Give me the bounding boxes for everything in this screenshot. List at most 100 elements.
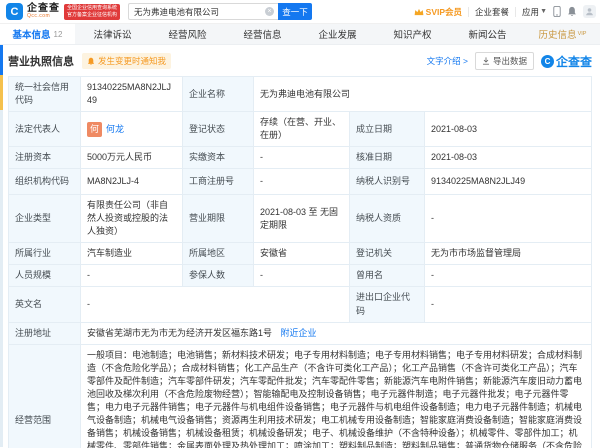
search-button[interactable]: 查一下 <box>278 3 312 20</box>
qcc-watermark: C 企查查 <box>541 53 592 70</box>
field-value-reg-capital: 5000万元人民币 <box>81 147 183 169</box>
field-label-taxpayer-id: 纳税人识别号 <box>350 169 425 195</box>
tab-company-development[interactable]: 企业发展 <box>300 24 375 44</box>
field-label-company-name: 企业名称 <box>183 77 254 112</box>
change-notify-button[interactable]: 发生变更时通知我 <box>82 53 171 69</box>
table-row: 组织机构代码 MA8N2JLJ-4 工商注册号 - 纳税人识别号 9134022… <box>9 169 592 195</box>
table-row: 所属行业 汽车制造业 所属地区 安徽省 登记机关 无为市市场监督管理局 <box>9 243 592 265</box>
field-label-approve-date: 核准日期 <box>350 147 425 169</box>
field-label-english-name: 英文名 <box>9 287 81 322</box>
field-value-biz-term: 2021-08-03 至 无固定期限 <box>254 195 350 243</box>
tab-operation-info[interactable]: 经营信息 <box>225 24 300 44</box>
field-value-business-scope: 一般项目：电池制造；电池销售；新材料技术研发；电子专用材料制造；电子专用材料销售… <box>81 344 592 448</box>
field-label-import-export-code: 进出口企业代码 <box>350 287 425 322</box>
legal-rep-avatar[interactable]: 何 <box>87 122 102 137</box>
field-label-company-type: 企业类型 <box>9 195 81 243</box>
business-license-table: 统一社会信用代码 91340225MA8N2JLJ49 企业名称 无为弗迪电池有… <box>8 76 592 448</box>
legal-rep-link[interactable]: 何龙 <box>106 123 124 136</box>
gov-badge-line2: 官方备案企业征信机构 <box>67 12 117 19</box>
field-label-former-name: 曾用名 <box>350 265 425 287</box>
tab-operation-risk[interactable]: 经营风险 <box>150 24 225 44</box>
section-header-actions: 文字介绍 > 导出数据 C 企查查 <box>427 52 592 70</box>
field-label-org-code: 组织机构代码 <box>9 169 81 195</box>
svip-label: SVIP会员 <box>426 6 462 18</box>
field-label-industry: 所属行业 <box>9 243 81 265</box>
tab-intellectual-property[interactable]: 知识产权 <box>375 24 450 44</box>
gov-certification-badge: 全国企业信用查询系统 官方备案企业征信机构 <box>64 4 120 20</box>
field-label-biz-reg-no: 工商注册号 <box>183 169 254 195</box>
download-icon <box>482 57 490 65</box>
mobile-app-icon[interactable] <box>553 6 561 17</box>
field-label-reg-address: 注册地址 <box>9 322 81 344</box>
user-avatar[interactable] <box>583 5 596 18</box>
scroll-indicator-strip <box>0 45 3 447</box>
brand-block[interactable]: 企查查 Qcc.com <box>27 3 60 20</box>
search-input[interactable] <box>128 3 278 20</box>
field-value-insured-count: - <box>254 265 350 287</box>
chevron-down-icon: ▼ <box>540 8 547 15</box>
field-value-org-code: MA8N2JLJ-4 <box>81 169 183 195</box>
qcc-watermark-icon: C <box>541 55 554 68</box>
scroll-indicator-active <box>0 45 3 75</box>
field-value-taxpayer-id: 91340225MA8N2JLJ49 <box>425 169 592 195</box>
tab-basic-info-count: 12 <box>54 30 63 39</box>
field-label-staff-size: 人员规模 <box>9 265 81 287</box>
qcc-watermark-text: 企查查 <box>556 53 592 70</box>
field-value-industry: 汽车制造业 <box>81 243 183 265</box>
field-value-legal-rep: 何 何龙 <box>81 112 183 147</box>
tab-history-info[interactable]: 历史信息 VIP <box>525 24 600 44</box>
field-value-company-type: 有限责任公司（非自然人投资或控股的法人独资） <box>81 195 183 243</box>
field-value-former-name: - <box>425 265 592 287</box>
field-label-establish-date: 成立日期 <box>350 112 425 147</box>
nearby-companies-link[interactable]: 附近企业 <box>281 328 317 338</box>
enterprise-package-link[interactable]: 企业套餐 <box>475 6 509 18</box>
tab-basic-info[interactable]: 基本信息 12 <box>0 24 75 44</box>
field-value-reg-address: 安徽省芜湖市无为市无为经济开发区福东路1号 附近企业 <box>81 322 592 344</box>
gov-badge-line1: 全国企业信用查询系统 <box>67 5 117 12</box>
qcc-logo-icon[interactable]: C <box>6 3 23 20</box>
field-label-reg-authority: 登记机关 <box>350 243 425 265</box>
clear-search-icon[interactable]: × <box>265 7 274 16</box>
field-value-company-name: 无为弗迪电池有限公司 <box>254 77 592 112</box>
field-value-establish-date: 2021-08-03 <box>425 112 592 147</box>
brand-subtitle: Qcc.com <box>27 14 60 20</box>
table-row: 统一社会信用代码 91340225MA8N2JLJ49 企业名称 无为弗迪电池有… <box>9 77 592 112</box>
export-data-label: 导出数据 <box>493 55 527 67</box>
field-value-region: 安徽省 <box>254 243 350 265</box>
notification-bell-icon[interactable] <box>567 6 577 17</box>
svip-link[interactable]: SVIP会员 <box>414 6 462 18</box>
field-value-import-export-code: - <box>425 287 592 322</box>
topbar-right: SVIP会员 企业套餐 应用 ▼ <box>414 5 596 18</box>
scroll-indicator-warning <box>0 75 3 110</box>
field-label-taxpayer-quality: 纳税人资质 <box>350 195 425 243</box>
export-data-button[interactable]: 导出数据 <box>475 52 534 70</box>
scroll-indicator-track <box>0 110 3 447</box>
tab-basic-info-label: 基本信息 <box>13 27 51 41</box>
field-label-paid-capital: 实缴资本 <box>183 147 254 169</box>
field-label-legal-rep: 法定代表人 <box>9 112 81 147</box>
field-value-taxpayer-quality: - <box>425 195 592 243</box>
text-intro-link[interactable]: 文字介绍 > <box>427 55 468 67</box>
section-header: 营业执照信息 发生变更时通知我 文字介绍 > 导出数据 C 企查查 <box>8 51 592 71</box>
apps-label: 应用 <box>522 6 539 18</box>
apps-menu[interactable]: 应用 ▼ <box>522 6 547 18</box>
table-row: 企业类型 有限责任公司（非自然人投资或控股的法人独资） 营业期限 2021-08… <box>9 195 592 243</box>
divider <box>515 7 516 17</box>
table-row: 经营范围 一般项目：电池制造；电池销售；新材料技术研发；电子专用材料制造；电子专… <box>9 344 592 448</box>
table-row: 注册资本 5000万元人民币 实缴资本 - 核准日期 2021-08-03 <box>9 147 592 169</box>
crown-icon <box>414 8 424 16</box>
field-value-biz-reg-no: - <box>254 169 350 195</box>
field-label-insured-count: 参保人数 <box>183 265 254 287</box>
field-value-credit-code: 91340225MA8N2JLJ49 <box>81 77 183 112</box>
tab-news[interactable]: 新闻公告 <box>450 24 525 44</box>
table-row: 英文名 - 进出口企业代码 - <box>9 287 592 322</box>
field-value-staff-size: - <box>81 265 183 287</box>
field-value-english-name: - <box>81 287 350 322</box>
tab-legal-litigation[interactable]: 法律诉讼 <box>75 24 150 44</box>
vip-tag: VIP <box>578 31 587 37</box>
section-title: 营业执照信息 <box>8 53 74 69</box>
main-content: 营业执照信息 发生变更时通知我 文字介绍 > 导出数据 C 企查查 统一社会信用… <box>0 45 600 448</box>
field-value-reg-status: 存续（在营、开业、在册） <box>254 112 350 147</box>
section-tab-bar: 基本信息 12 法律诉讼 经营风险 经营信息 企业发展 知识产权 新闻公告 历史… <box>0 24 600 45</box>
field-value-approve-date: 2021-08-03 <box>425 147 592 169</box>
